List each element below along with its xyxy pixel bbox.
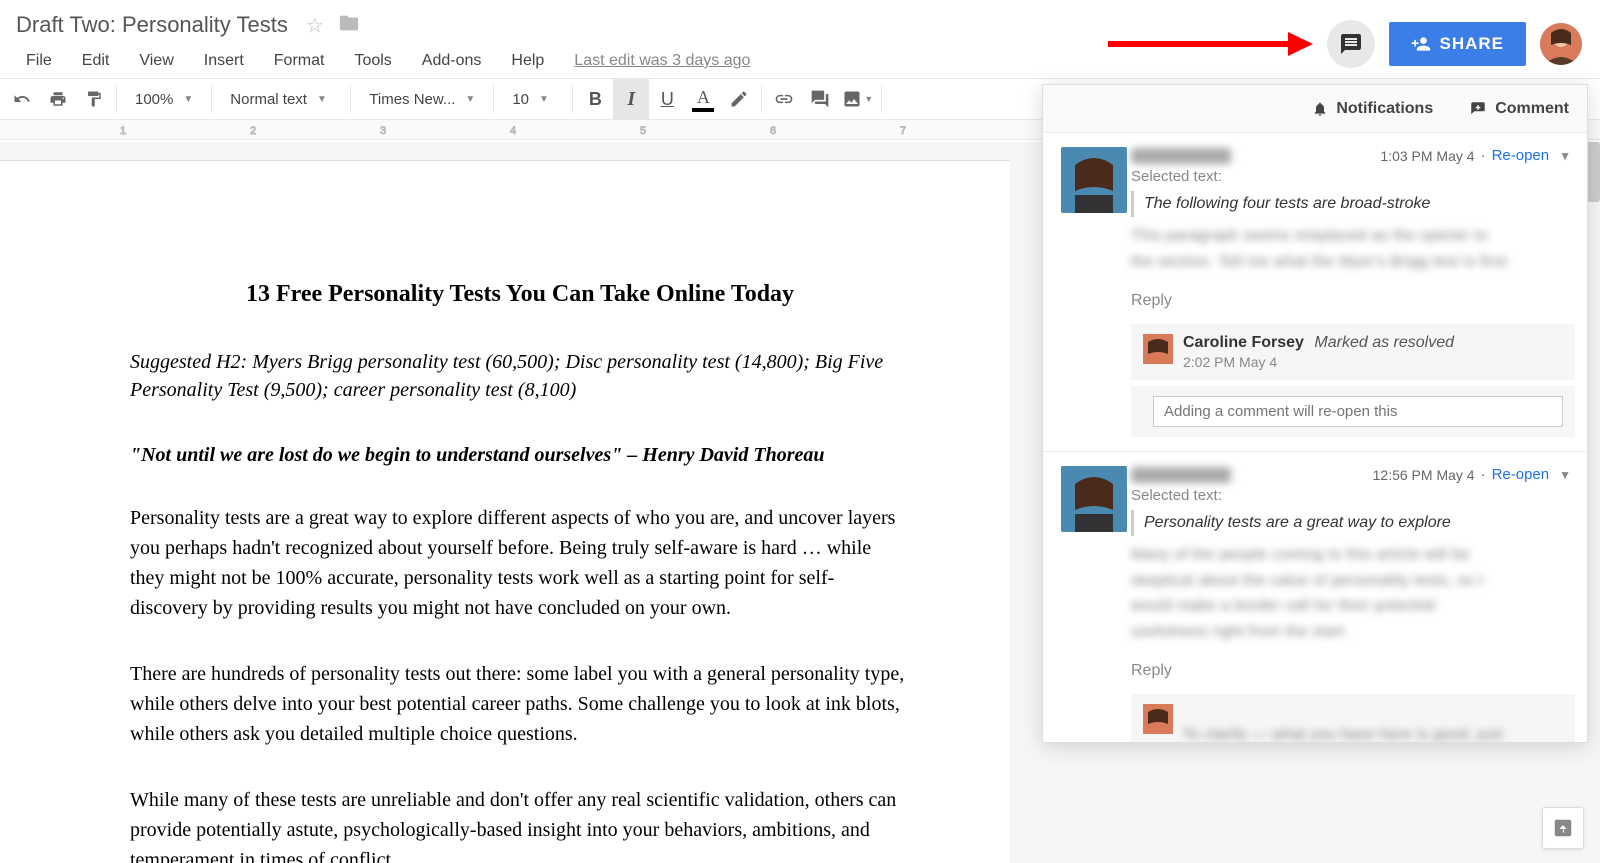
new-comment-button[interactable]: Comment [1469, 100, 1569, 118]
svg-text:1: 1 [120, 125, 126, 137]
underline-button[interactable]: U [649, 79, 685, 119]
doc-heading: 13 Free Personality Tests You Can Take O… [130, 281, 910, 308]
share-label: SHARE [1439, 34, 1504, 54]
account-avatar[interactable] [1540, 23, 1582, 65]
menu-insert[interactable]: Insert [190, 48, 258, 74]
reopen-link[interactable]: Re-open [1492, 466, 1550, 483]
comment-label: Comment [1495, 100, 1569, 118]
document-page[interactable]: 13 Free Personality Tests You Can Take O… [0, 160, 1010, 863]
doc-p2: There are hundreds of personality tests … [130, 659, 910, 749]
last-edit-link[interactable]: Last edit was 3 days ago [560, 52, 750, 70]
svg-text:2: 2 [250, 125, 256, 137]
star-icon[interactable]: ☆ [306, 13, 324, 38]
reopen-link[interactable]: Re-open [1492, 147, 1550, 164]
insert-comment-button[interactable] [802, 79, 838, 119]
svg-text:5: 5 [640, 125, 646, 137]
replier-name: Caroline Forsey [1183, 334, 1304, 351]
comment-thread: 1:03 PM May 4 · Re-open ▼ Selected text:… [1043, 133, 1587, 452]
paint-format-button[interactable] [76, 79, 112, 119]
zoom-dropdown[interactable]: 100%▼ [121, 79, 207, 119]
italic-button[interactable]: I [613, 79, 649, 119]
explore-button[interactable] [1542, 807, 1584, 849]
doc-p1: Personality tests are a great way to exp… [130, 503, 910, 623]
resolved-status: Marked as resolved [1314, 334, 1454, 351]
commenter-name-redacted [1131, 467, 1231, 483]
comment-timestamp: 12:56 PM May 4 [1373, 467, 1475, 483]
reply-link[interactable]: Reply [1131, 654, 1172, 694]
svg-text:4: 4 [510, 125, 516, 137]
open-comment-history-button[interactable] [1327, 20, 1375, 68]
print-button[interactable] [40, 79, 76, 119]
insert-image-button[interactable]: ▼ [838, 79, 877, 119]
menu-edit[interactable]: Edit [68, 48, 124, 74]
svg-text:3: 3 [380, 125, 386, 137]
notifications-button[interactable]: Notifications [1312, 100, 1433, 118]
menu-addons[interactable]: Add-ons [408, 48, 496, 74]
reply-body-redacted: To clarify — what you have here is good,… [1183, 722, 1563, 742]
commenter-name-redacted [1131, 148, 1231, 164]
comment-timestamp: 1:03 PM May 4 [1380, 148, 1474, 164]
font-dropdown[interactable]: Times New...▼ [355, 79, 489, 119]
comment-history-panel: Notifications Comment 1:03 PM May 4 · Re… [1042, 84, 1588, 743]
bold-button[interactable]: B [577, 79, 613, 119]
highlight-button[interactable] [721, 79, 757, 119]
folder-move-icon[interactable] [338, 12, 360, 39]
paragraph-style-dropdown[interactable]: Normal text▼ [216, 79, 346, 119]
comment-body-redacted: This paragraph seems misplaced as the op… [1131, 223, 1575, 274]
doc-suggested: Suggested H2: Myers Brigg personality te… [130, 348, 910, 404]
undo-button[interactable] [4, 79, 40, 119]
notifications-label: Notifications [1336, 100, 1433, 118]
doc-p3: While many of these tests are unreliable… [130, 785, 910, 863]
annotation-arrow [1103, 24, 1313, 64]
selected-text-label: Selected text: [1131, 168, 1575, 185]
document-title[interactable]: Draft Two: Personality Tests [12, 10, 292, 40]
text-color-button[interactable]: A [685, 79, 721, 119]
selected-text-label: Selected text: [1131, 487, 1575, 504]
share-button[interactable]: SHARE [1389, 22, 1526, 66]
resolved-timestamp: 2:02 PM May 4 [1183, 352, 1563, 370]
selected-text-quote: The following four tests are broad-strok… [1131, 191, 1575, 217]
comment-thread: 12:56 PM May 4 · Re-open ▼ Selected text… [1043, 452, 1587, 742]
resolved-reply: Caroline Forsey Marked as resolved 2:02 … [1131, 324, 1575, 380]
menu-view[interactable]: View [125, 48, 187, 74]
add-comment-input[interactable] [1153, 396, 1563, 427]
insert-link-button[interactable] [766, 79, 802, 119]
sub-reply: To clarify — what you have here is good,… [1131, 694, 1575, 742]
replier-avatar [1143, 334, 1173, 364]
doc-quote: "Not until we are lost do we begin to un… [130, 444, 910, 467]
menu-help[interactable]: Help [497, 48, 558, 74]
replier-avatar [1143, 704, 1173, 734]
replier-name-redacted [1183, 704, 1263, 718]
reply-link[interactable]: Reply [1131, 284, 1172, 324]
menu-format[interactable]: Format [260, 48, 339, 74]
commenter-avatar [1061, 147, 1127, 213]
menu-tools[interactable]: Tools [340, 48, 405, 74]
menu-file[interactable]: File [12, 48, 66, 74]
commenter-avatar [1061, 466, 1127, 532]
svg-text:6: 6 [770, 125, 776, 137]
selected-text-quote: Personality tests are a great way to exp… [1131, 510, 1575, 536]
thread-menu-icon[interactable]: ▼ [1555, 149, 1575, 163]
svg-text:7: 7 [900, 125, 906, 137]
thread-menu-icon[interactable]: ▼ [1555, 468, 1575, 482]
font-size-dropdown[interactable]: 10▼ [498, 79, 568, 119]
comment-body-redacted: Many of the people coming to this articl… [1131, 542, 1575, 644]
